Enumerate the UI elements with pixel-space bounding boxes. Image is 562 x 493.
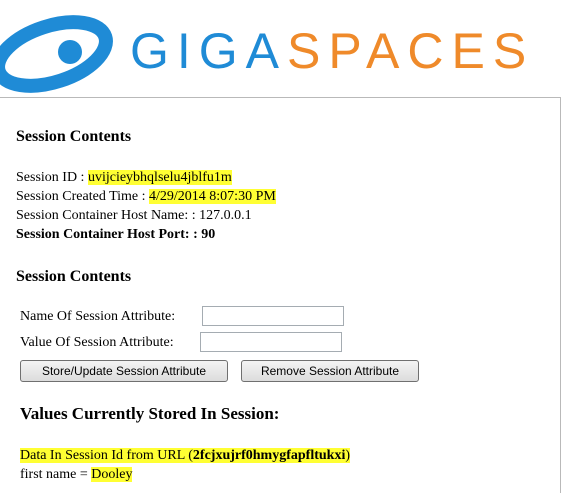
url-session-id-prefix: Data In Session Id from URL ( bbox=[20, 448, 193, 463]
logo-wordmark: GIGASPACES bbox=[130, 26, 534, 76]
attribute-name-label: Name Of Session Attribute: bbox=[20, 309, 176, 324]
session-id-value: uvijcieybhqlselu4jblfu1m bbox=[87, 170, 232, 185]
session-contents-form-heading: Session Contents bbox=[16, 268, 132, 285]
store-update-attribute-button[interactable]: Store/Update Session Attribute bbox=[20, 360, 228, 382]
attribute-value-input[interactable] bbox=[200, 332, 342, 352]
remove-attribute-button[interactable]: Remove Session Attribute bbox=[241, 360, 419, 382]
first-name-value: Dooley bbox=[91, 467, 133, 482]
session-contents-heading: Session Contents bbox=[16, 128, 132, 145]
session-created-value: 4/29/2014 8:07:30 PM bbox=[149, 189, 276, 204]
session-id-label: Session ID : bbox=[16, 170, 88, 185]
gigaspaces-swoosh-icon bbox=[0, 15, 113, 93]
content-frame: Session Contents Session ID : uvijcieybh… bbox=[0, 97, 561, 493]
session-created-label: Session Created Time : bbox=[16, 189, 150, 204]
session-created-line: Session Created Time : 4/29/2014 8:07:30… bbox=[16, 187, 276, 206]
logo-spaces-text: SPACES bbox=[287, 23, 535, 79]
url-session-id-value: 2fcjxujrf0hmygfapfltukxi bbox=[192, 448, 346, 463]
url-session-id-line: Data In Session Id from URL (2fcjxujrf0h… bbox=[20, 446, 351, 465]
session-id-line: Session ID : uvijcieybhqlselu4jblfu1m bbox=[16, 168, 276, 187]
values-stored-heading: Values Currently Stored In Session: bbox=[20, 404, 280, 423]
first-name-line: first name = Dooley bbox=[20, 465, 350, 484]
host-port-line: Session Container Host Port: : 90 bbox=[16, 227, 216, 242]
first-name-label: first name = bbox=[20, 467, 92, 482]
session-info: Session ID : uvijcieybhqlselu4jblfu1m Se… bbox=[16, 168, 276, 244]
url-session-id-suffix: ) bbox=[345, 448, 351, 463]
header: GIGASPACES bbox=[0, 0, 562, 96]
stored-values: Data In Session Id from URL (2fcjxujrf0h… bbox=[20, 446, 351, 484]
host-name-line: Session Container Host Name: : 127.0.0.1 bbox=[16, 208, 252, 223]
attribute-value-label: Value Of Session Attribute: bbox=[20, 335, 174, 350]
logo-giga-text: GIGA bbox=[130, 23, 288, 79]
attribute-name-input[interactable] bbox=[202, 306, 344, 326]
